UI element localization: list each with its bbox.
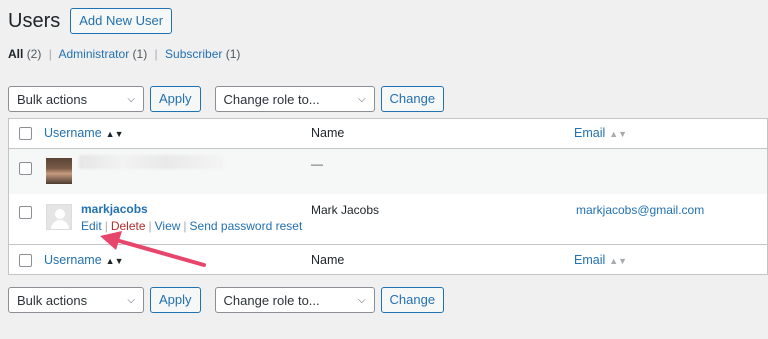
send-password-reset-link[interactable]: Send password reset (190, 219, 303, 233)
email-column-footer[interactable]: Email ▲▼ (574, 253, 627, 267)
sort-updown-icon: ▲▼ (609, 256, 628, 266)
avatar (46, 158, 72, 184)
name-cell: Mark Jacobs (311, 203, 380, 217)
avatar (46, 204, 72, 230)
bulk-actions-select[interactable]: Bulk actions ⌵ (8, 86, 144, 112)
filter-administrator-link[interactable]: Administrator (59, 47, 130, 61)
filter-separator: | (154, 47, 158, 61)
select-all-checkbox[interactable] (19, 254, 32, 267)
username-link[interactable]: markjacobs (81, 202, 148, 216)
apply-button[interactable]: Apply (150, 86, 201, 112)
username-column-footer[interactable]: Username ▲▼ (44, 253, 124, 267)
change-role-value: Change role to... (223, 91, 320, 107)
table-row: markjacobs Edit | Delete | View | Send passwor… (9, 194, 767, 244)
name-column-header: Name (311, 126, 345, 140)
bulk-actions-value: Bulk actions (17, 292, 88, 308)
users-table: Username ▲▼ Name Email ▲▼ — markjacobs Edi… (8, 118, 768, 275)
chevron-down-icon: ⌵ (127, 294, 135, 306)
tablenav-bottom: Bulk actions ⌵ Apply Change role to... ⌵… (8, 287, 445, 313)
email-footer-label: Email (574, 253, 606, 267)
role-filter-links: All (2) | Administrator (1) | Subscriber… (8, 47, 240, 61)
chevron-down-icon: ⌵ (357, 93, 366, 105)
sort-updown-icon: ▲▼ (609, 129, 628, 139)
email-column-header[interactable]: Email ▲▼ (574, 126, 627, 140)
blurred-username (79, 155, 224, 169)
tablenav-top: Bulk actions ⌵ Apply Change role to... ⌵… (8, 86, 445, 112)
email-link[interactable]: markjacobs@gmail.com (576, 203, 704, 217)
filter-administrator-count: (1) (132, 47, 148, 61)
name-cell: — (311, 157, 323, 171)
chevron-down-icon: ⌵ (127, 93, 135, 105)
change-role-value: Change role to... (223, 292, 320, 308)
table-row: — (9, 149, 767, 194)
username-header-label: Username (44, 126, 102, 140)
filter-separator: | (48, 47, 52, 61)
filter-all-count: (2) (26, 47, 42, 61)
row-actions: Edit | Delete | View | Send password reset (81, 219, 303, 233)
email-header-label: Email (574, 126, 606, 140)
select-all-checkbox[interactable] (19, 127, 32, 140)
bulk-actions-value: Bulk actions (17, 91, 88, 107)
delete-user-link[interactable]: Delete (111, 219, 146, 233)
name-column-footer: Name (311, 253, 345, 267)
change-role-select[interactable]: Change role to... ⌵ (214, 287, 375, 313)
bulk-actions-select[interactable]: Bulk actions ⌵ (8, 287, 144, 313)
username-footer-label: Username (44, 253, 102, 267)
page-title: Users (8, 10, 61, 32)
row-checkbox[interactable] (19, 162, 32, 175)
username-column-header[interactable]: Username ▲▼ (44, 126, 124, 140)
add-new-user-button[interactable]: Add New User (70, 8, 173, 34)
change-button[interactable]: Change (380, 287, 445, 313)
edit-user-link[interactable]: Edit (81, 219, 102, 233)
change-role-select[interactable]: Change role to... ⌵ (214, 86, 375, 112)
table-header-row: Username ▲▼ Name Email ▲▼ (9, 119, 767, 149)
page-header: Users Add New User (8, 8, 173, 34)
chevron-down-icon: ⌵ (357, 294, 366, 306)
change-button[interactable]: Change (380, 86, 445, 112)
filter-all-link[interactable]: All (8, 47, 23, 61)
apply-button[interactable]: Apply (150, 287, 201, 313)
row-checkbox[interactable] (19, 206, 32, 219)
filter-subscriber-count: (1) (225, 47, 241, 61)
table-footer-row: Username ▲▼ Name Email ▲▼ (9, 244, 767, 275)
filter-subscriber-link[interactable]: Subscriber (165, 47, 222, 61)
sort-updown-icon: ▲▼ (105, 129, 124, 139)
view-user-link[interactable]: View (155, 219, 181, 233)
sort-updown-icon: ▲▼ (105, 256, 124, 266)
